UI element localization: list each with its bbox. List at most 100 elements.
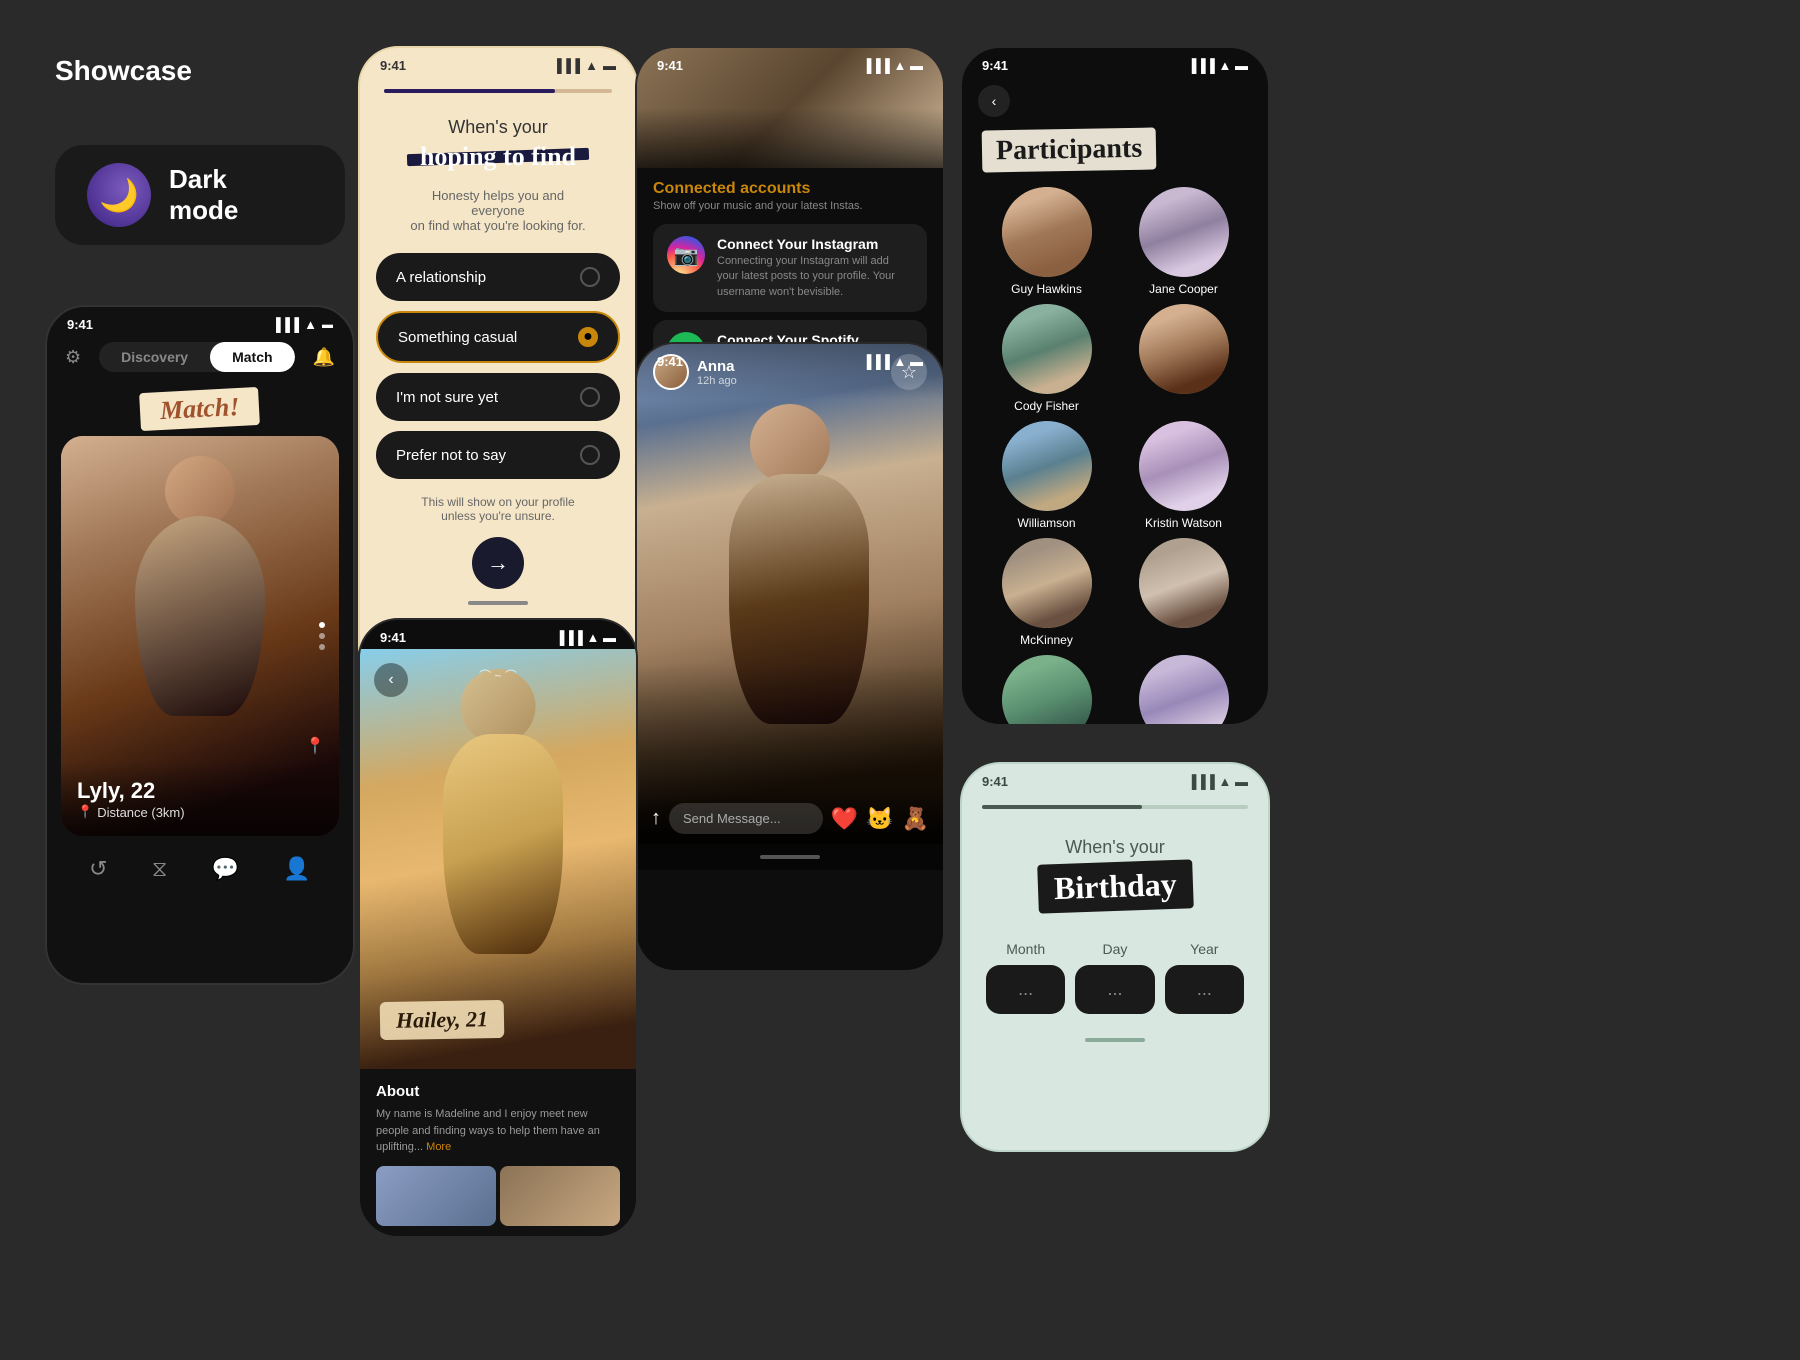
participant-mckinney[interactable]: McKinney xyxy=(978,538,1115,647)
undo-icon[interactable]: ↺ xyxy=(89,856,107,882)
home-indicator-anna xyxy=(637,844,943,870)
option-casual[interactable]: Something casual ● xyxy=(376,311,620,363)
status-bar-match: 9:41 ▐▐▐ ▲ ▬ xyxy=(47,307,353,336)
dark-mode-icon: 🌙 xyxy=(87,163,151,227)
share-icon[interactable]: ↑ xyxy=(651,807,661,830)
name-guy-hawkins: Guy Hawkins xyxy=(1011,282,1082,296)
status-bar-participants: 9:41 ▐▐▐ ▲ ▬ xyxy=(962,48,1268,77)
tab-discovery[interactable]: Discovery xyxy=(99,342,210,372)
day-btn[interactable]: ... xyxy=(1075,965,1154,1014)
hailey-photos-grid xyxy=(376,1166,620,1226)
participant-empty-2 xyxy=(1115,538,1252,647)
looking-subtitle: Honesty helps you and everyoneon find wh… xyxy=(384,188,612,233)
option-relationship[interactable]: A relationship xyxy=(376,253,620,301)
year-btn[interactable]: ... xyxy=(1165,965,1244,1014)
anna-emoji-row: ❤️ 🐱 🧸 xyxy=(831,806,929,832)
dot-indicator xyxy=(319,622,325,650)
day-label: Day xyxy=(1075,941,1154,957)
heart-emoji[interactable]: ❤️ xyxy=(831,806,858,832)
name-mckinney: McKinney xyxy=(1020,633,1073,647)
bell-icon[interactable]: 🔔 xyxy=(313,347,335,368)
birthday-content: When's your Birthday Month ... Day ... Y… xyxy=(962,793,1268,1026)
cat-emoji[interactable]: 🐱 xyxy=(866,806,893,832)
looking-footer: This will show on your profileunless you… xyxy=(360,479,636,589)
home-indicator-birthday xyxy=(1085,1038,1145,1042)
option-prefer-not[interactable]: Prefer not to say xyxy=(376,431,620,479)
avatar-cody-fisher xyxy=(1002,304,1092,394)
nav-tabs: Discovery Match xyxy=(99,342,294,372)
decorative-birds: ⌒ ~ ⌒ xyxy=(479,667,517,684)
participant-guy-hawkins[interactable]: Guy Hawkins xyxy=(978,187,1115,296)
match-sticker: Match! xyxy=(139,387,260,431)
birthday-title: When's your Birthday xyxy=(982,837,1248,911)
hailey-more-link[interactable]: More xyxy=(426,1141,451,1153)
looking-footer-text: This will show on your profileunless you… xyxy=(384,495,612,523)
distance-icon: 📍 xyxy=(77,804,93,820)
anna-message-input[interactable]: Send Message... xyxy=(669,803,823,834)
instagram-title: Connect Your Instagram xyxy=(717,236,913,252)
status-bar-birthday: 9:41 ▐▐▐ ▲ ▬ xyxy=(962,764,1268,793)
chat-icon[interactable]: 💬 xyxy=(212,856,239,882)
looking-title-top: When's your xyxy=(384,117,612,138)
match-card[interactable]: 📍 Lyly, 22 📍 Distance (3km) xyxy=(61,436,339,836)
avatar-simmons xyxy=(1002,655,1092,726)
phone-participants: 9:41 ▐▐▐ ▲ ▬ ‹ Participants Guy Hawkins … xyxy=(960,46,1270,726)
filter-icon[interactable]: ⧖ xyxy=(152,856,167,882)
name-cody-fisher: Cody Fisher xyxy=(1014,399,1079,413)
anna-person-image xyxy=(637,344,943,844)
status-bar-looking: 9:41 ▐▐▐ ▲ ▬ xyxy=(360,48,636,77)
participants-back: ‹ xyxy=(962,77,1268,121)
avatar-jane-cooper xyxy=(1139,187,1229,277)
progress-fill xyxy=(384,89,555,93)
month-btn[interactable]: ... xyxy=(986,965,1065,1014)
instagram-account[interactable]: 📷 Connect Your Instagram Connecting your… xyxy=(653,224,927,312)
participant-jane-cooper[interactable]: Jane Cooper xyxy=(1115,187,1252,296)
match-banner: Match! xyxy=(47,382,353,432)
bear-emoji[interactable]: 🧸 xyxy=(902,806,929,832)
hailey-back-button[interactable]: ‹ xyxy=(374,663,408,697)
looking-next-button[interactable]: → xyxy=(472,537,524,589)
participant-eleanor-pena[interactable]: Eleanor Pena xyxy=(1115,655,1252,726)
looking-progress-bar xyxy=(384,89,612,93)
month-label: Month xyxy=(986,941,1065,957)
match-card-overlay: Lyly, 22 📍 Distance (3km) xyxy=(61,762,339,836)
match-person-name: Lyly, 22 xyxy=(77,778,323,804)
avatar-williamson xyxy=(1002,421,1092,511)
participant-cody-fisher[interactable]: Cody Fisher xyxy=(1002,304,1092,413)
participants-grid: Guy Hawkins Jane Cooper Cody Fisher Will xyxy=(962,187,1268,726)
hailey-name-sticker: Hailey, 21 xyxy=(380,1001,616,1039)
participant-simmons[interactable]: Simmons xyxy=(978,655,1115,726)
hailey-photo-2 xyxy=(500,1166,620,1226)
birthday-year-picker: Year ... xyxy=(1165,941,1244,1014)
participant-empty-1 xyxy=(1115,304,1252,413)
participant-kristin-watson[interactable]: Kristin Watson xyxy=(1115,421,1252,530)
birthday-month-picker: Month ... xyxy=(986,941,1065,1014)
radio-casual: ● xyxy=(578,327,598,347)
avatar-mckinney xyxy=(1002,538,1092,628)
settings-icon[interactable]: ⚙ xyxy=(65,347,81,368)
tab-match[interactable]: Match xyxy=(210,342,294,372)
participants-title-sticker: Participants xyxy=(982,127,1157,172)
anna-time: 12h ago xyxy=(697,375,737,387)
looking-header: When's your hoping to find Honesty helps… xyxy=(360,77,636,233)
hailey-photo-1 xyxy=(376,1166,496,1226)
back-button[interactable]: ‹ xyxy=(978,85,1010,117)
avatar-empty-2 xyxy=(1139,538,1229,628)
connected-subtitle: Show off your music and your latest Inst… xyxy=(653,200,927,212)
profile-icon[interactable]: 👤 xyxy=(283,856,310,882)
option-notsure[interactable]: I'm not sure yet xyxy=(376,373,620,421)
phone-looking: 9:41 ▐▐▐ ▲ ▬ When's your hoping to find … xyxy=(358,46,638,686)
name-kristin-watson: Kristin Watson xyxy=(1145,516,1222,530)
match-nav: ⚙ Discovery Match 🔔 xyxy=(47,336,353,382)
avatar-guy-hawkins xyxy=(1002,187,1092,277)
status-bar-connected: 9:41 ▐▐▐ ▲ ▬ xyxy=(637,48,943,77)
match-person-distance: 📍 Distance (3km) xyxy=(77,804,323,820)
participant-williamson[interactable]: Williamson xyxy=(978,421,1115,530)
phone-match: 9:41 ▐▐▐ ▲ ▬ ⚙ Discovery Match 🔔 Match! xyxy=(45,305,355,985)
location-pin-icon: 📍 xyxy=(305,736,325,756)
radio-notsure xyxy=(580,387,600,407)
phone-anna: 9:41 ▐▐▐ ▲ ▬ Anna 12h ago ☆ ↑ Send Messa… xyxy=(635,342,945,972)
hailey-about-title: About xyxy=(376,1083,620,1100)
birthday-when-text: When's your xyxy=(982,837,1248,858)
showcase-title: Showcase xyxy=(55,55,192,87)
